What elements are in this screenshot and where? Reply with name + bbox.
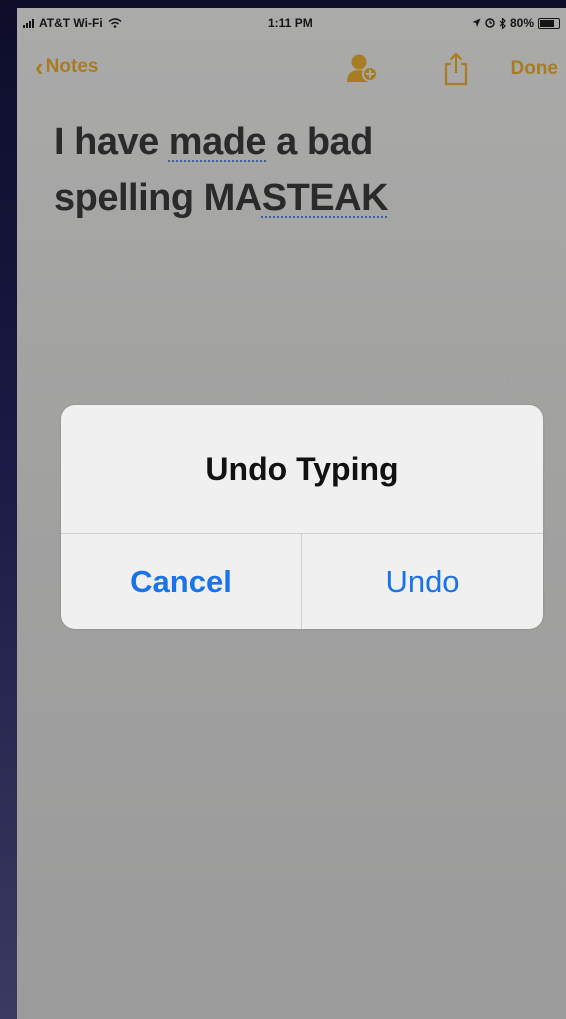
undo-button[interactable]: Undo	[302, 534, 543, 629]
cancel-button[interactable]: Cancel	[61, 534, 301, 629]
alarm-icon	[485, 18, 495, 28]
note-line1-prefix: I have	[54, 121, 169, 163]
carrier-label: AT&T Wi-Fi	[39, 16, 103, 30]
undo-typing-alert: Undo Typing Cancel Undo	[61, 405, 543, 629]
status-left: AT&T Wi-Fi	[23, 16, 122, 30]
bluetooth-icon	[499, 17, 506, 29]
back-label: Notes	[45, 56, 99, 77]
signal-icon	[23, 18, 34, 28]
back-to-notes-button[interactable]: ‹ Notes	[35, 52, 99, 82]
status-bar: AT&T Wi-Fi 1:11 PM 80%	[17, 8, 566, 38]
wifi-icon	[108, 18, 122, 28]
note-body-text[interactable]: I have made a bad spelling MASTEAK	[54, 114, 534, 226]
note-line-1: I have made a bad	[54, 114, 534, 170]
status-right: 80%	[472, 16, 560, 30]
location-icon	[472, 18, 481, 27]
misspelled-word-made[interactable]: made	[169, 121, 267, 163]
share-icon[interactable]	[442, 52, 470, 86]
note-line-2: spelling MASTEAK	[54, 170, 534, 226]
note-line2-prefix: spelling MA	[54, 177, 262, 219]
device-frame: AT&T Wi-Fi 1:11 PM 80% ‹ Notes Done I ha…	[0, 0, 566, 1019]
status-time: 1:11 PM	[268, 16, 313, 30]
battery-icon	[538, 17, 560, 29]
battery-percent: 80%	[509, 16, 534, 30]
note-line1-suffix: a bad	[266, 121, 373, 163]
done-button[interactable]: Done	[511, 58, 559, 80]
back-chevron-icon: ‹	[35, 52, 44, 82]
add-people-icon[interactable]	[344, 53, 380, 83]
nav-bar: ‹ Notes Done	[17, 48, 566, 92]
misspelled-word-masteak[interactable]: STEAK	[262, 177, 389, 219]
alert-title: Undo Typing	[205, 450, 399, 487]
notes-screen: AT&T Wi-Fi 1:11 PM 80% ‹ Notes Done I ha…	[17, 8, 566, 1019]
